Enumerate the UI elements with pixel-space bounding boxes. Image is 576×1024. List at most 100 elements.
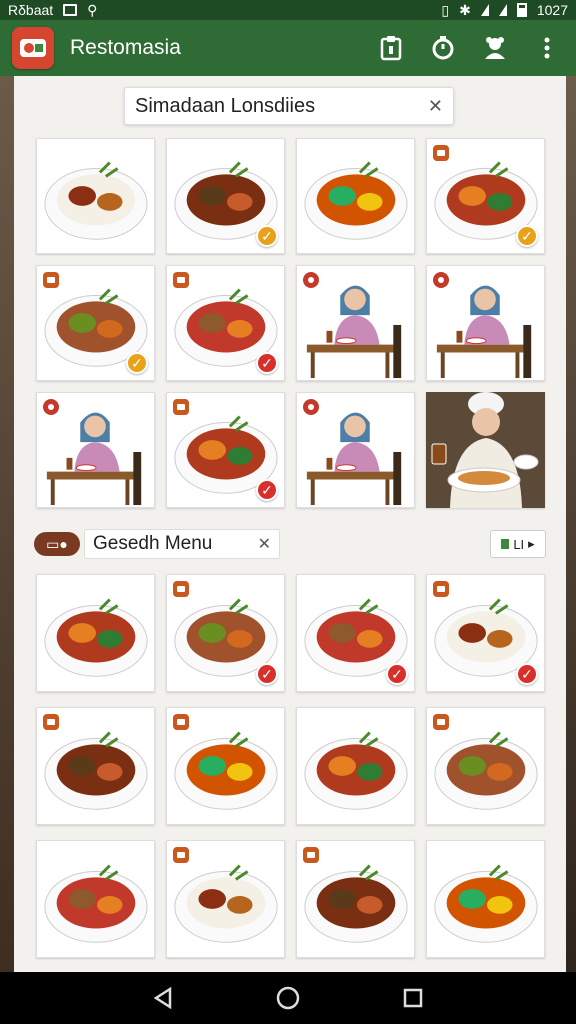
timer-button[interactable]: [430, 35, 456, 61]
dish-image: [434, 864, 538, 943]
category-badge-icon: [173, 714, 189, 730]
wifi-icon: [480, 4, 489, 16]
section-filter-input[interactable]: Gesedh Menu ✕: [84, 529, 280, 559]
signal-icon: [498, 4, 507, 16]
dish-card[interactable]: [36, 707, 155, 825]
menu-grid: ✓ ✓ ✓: [36, 574, 545, 958]
close-icon[interactable]: ✕: [258, 534, 271, 554]
battery-icon: [516, 3, 527, 17]
clipboard-icon: [380, 36, 402, 61]
dish-card[interactable]: [426, 840, 545, 958]
category-badge-icon: [173, 272, 189, 288]
category-badge-icon: [433, 272, 449, 288]
search-input[interactable]: Simadaan Lonsdiies ✕: [124, 87, 454, 125]
dish-image: [44, 864, 148, 943]
menu-category-icon[interactable]: ▭●: [34, 532, 80, 556]
dish-card[interactable]: [36, 840, 155, 958]
background-wall: [566, 76, 576, 972]
category-badge-icon: [433, 145, 449, 161]
dish-card[interactable]: ✓: [166, 392, 285, 508]
menu-panel: Simadaan Lonsdiies ✕ ✓ ✓ ✓ ✓ ✓ ▭● Gesedh…: [14, 76, 566, 972]
navigation-bar: [0, 972, 576, 1024]
logo-icon: [20, 39, 46, 57]
dish-image: [304, 161, 408, 240]
category-badge-icon: [43, 714, 59, 730]
dish-card[interactable]: [296, 707, 415, 825]
more-options-button[interactable]: [534, 35, 560, 61]
category-badge-icon: [433, 581, 449, 597]
select-check-icon[interactable]: ✓: [256, 479, 278, 501]
home-icon: [276, 986, 300, 1010]
select-check-icon[interactable]: ✓: [256, 352, 278, 374]
dish-image: [44, 598, 148, 677]
category-badge-icon: [173, 399, 189, 415]
chef-image: [426, 392, 545, 508]
more-vert-icon: [544, 37, 550, 59]
timer-icon: [432, 36, 454, 60]
back-icon: [153, 986, 171, 1010]
category-badge-icon: [303, 847, 319, 863]
select-check-icon[interactable]: ✓: [516, 225, 538, 247]
clipboard-button[interactable]: [378, 35, 404, 61]
app-logo[interactable]: [12, 27, 54, 69]
diner-card[interactable]: [296, 392, 415, 508]
dish-card[interactable]: [166, 707, 285, 825]
chef-card[interactable]: [426, 392, 545, 508]
bluetooth-icon: ✱: [459, 1, 471, 18]
diner-card[interactable]: [296, 265, 415, 381]
grid-icon: [501, 539, 510, 549]
dish-card[interactable]: [296, 840, 415, 958]
dish-card[interactable]: ✓: [296, 574, 415, 692]
dish-card[interactable]: ✓: [426, 138, 545, 254]
status-bar: Rδbaat ⚲ ▯ ✱ 1027: [0, 0, 576, 20]
chef-account-icon: [485, 37, 505, 59]
diner-card[interactable]: [36, 392, 155, 508]
dish-card[interactable]: ✓: [166, 574, 285, 692]
dish-card[interactable]: ✓: [36, 265, 155, 381]
section-header: ▭● Gesedh Menu ✕ LI ▸: [34, 528, 546, 560]
category-badge-icon: [173, 581, 189, 597]
dish-card[interactable]: [426, 707, 545, 825]
back-button[interactable]: [148, 983, 178, 1013]
dish-card[interactable]: [36, 574, 155, 692]
category-badge-icon: [173, 847, 189, 863]
category-badge-icon: [43, 399, 59, 415]
category-badge-icon: [303, 399, 319, 415]
section-label: Gesedh Menu: [93, 533, 213, 554]
select-check-icon[interactable]: ✓: [516, 663, 538, 685]
dish-image: [304, 731, 408, 810]
vibrate-icon: ▯: [441, 1, 450, 18]
select-check-icon[interactable]: ✓: [256, 225, 278, 247]
recents-button[interactable]: [398, 983, 428, 1013]
diner-card[interactable]: [426, 265, 545, 381]
dish-card[interactable]: ✓: [426, 574, 545, 692]
notification-icon: [63, 4, 78, 16]
dish-image: [44, 161, 148, 240]
usb-icon: ⚲: [87, 1, 98, 18]
app-bar: Restomasia: [0, 20, 576, 76]
featured-grid: ✓ ✓ ✓ ✓ ✓: [36, 138, 545, 508]
category-badge-icon: [303, 272, 319, 288]
dish-card[interactable]: ✓: [166, 138, 285, 254]
view-toggle-button[interactable]: LI ▸: [490, 530, 546, 558]
dish-card[interactable]: [166, 840, 285, 958]
play-icon: ▸: [528, 536, 535, 551]
category-badge-icon: [43, 272, 59, 288]
select-check-icon[interactable]: ✓: [256, 663, 278, 685]
app-title: Restomasia: [70, 36, 181, 59]
dish-card[interactable]: [296, 138, 415, 254]
recents-icon: [404, 988, 423, 1008]
select-check-icon[interactable]: ✓: [126, 352, 148, 374]
search-value: Simadaan Lonsdiies: [135, 94, 316, 117]
clock: 1027: [536, 2, 568, 18]
account-button[interactable]: [482, 35, 508, 61]
category-badge-icon: [433, 714, 449, 730]
dish-card[interactable]: [36, 138, 155, 254]
background-wall: [0, 76, 14, 972]
view-toggle-label: LI: [513, 536, 525, 552]
close-icon[interactable]: ✕: [428, 96, 443, 117]
select-check-icon[interactable]: ✓: [386, 663, 408, 685]
dish-card[interactable]: ✓: [166, 265, 285, 381]
home-button[interactable]: [273, 983, 303, 1013]
carrier-label: Rδbaat: [8, 2, 54, 18]
